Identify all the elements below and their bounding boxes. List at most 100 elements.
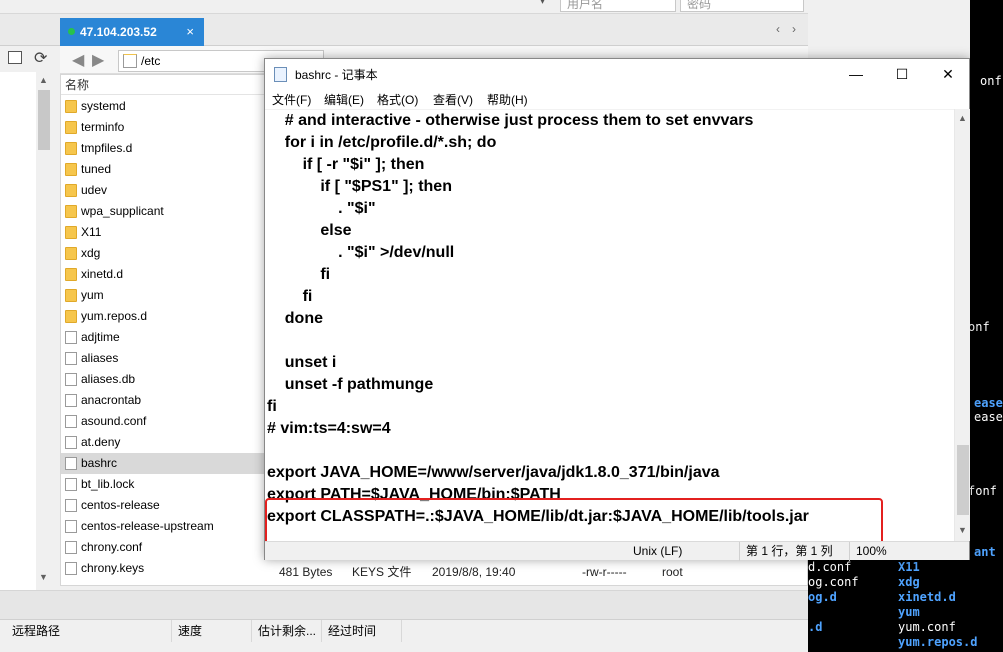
file-list-item[interactable]: aliases	[61, 348, 267, 369]
code-line[interactable]: if [ "$PS1" ]; then	[267, 176, 452, 198]
menu-edit[interactable]: 编辑(E)	[324, 91, 364, 108]
item-name: tmpfiles.d	[81, 141, 133, 155]
close-icon[interactable]: ✕	[925, 59, 971, 89]
file-list-item[interactable]: centos-release-upstream	[61, 516, 267, 537]
col-remote-path[interactable]: 远程路径	[6, 620, 172, 642]
menu-file[interactable]: 文件(F)	[272, 91, 311, 108]
notepad-titlebar[interactable]: bashrc - 记事本 — ☐ ✕	[265, 59, 969, 89]
code-line[interactable]: . "$i" >/dev/null	[267, 242, 454, 264]
folder-list-item[interactable]: terminfo	[61, 117, 267, 138]
item-name: chrony.conf	[81, 540, 143, 554]
folder-list-item[interactable]: wpa_supplicant	[61, 201, 267, 222]
code-line[interactable]: if [ -r "$i" ]; then	[267, 154, 425, 176]
file-list-item[interactable]: at.deny	[61, 432, 267, 453]
notepad-window[interactable]: bashrc - 记事本 — ☐ ✕ 文件(F) 编辑(E) 格式(O) 查看(…	[264, 58, 970, 561]
terminal-line: og.d	[808, 590, 837, 604]
folder-list-item[interactable]: xinetd.d	[61, 264, 267, 285]
code-line[interactable]: # and interactive - otherwise just proce…	[267, 110, 754, 132]
folder-list-item[interactable]: xdg	[61, 243, 267, 264]
code-line[interactable]: # vim:ts=4:sw=4	[267, 418, 391, 440]
code-line[interactable]: fi	[267, 264, 330, 286]
file-list-item[interactable]: asound.conf	[61, 411, 267, 432]
col-speed[interactable]: 速度	[172, 620, 252, 642]
folder-icon	[65, 142, 77, 155]
terminal-line: ease-u	[974, 410, 1003, 424]
code-line[interactable]: else	[267, 220, 351, 242]
code-line[interactable]: unset i	[267, 352, 337, 374]
menu-help[interactable]: 帮助(H)	[487, 91, 528, 108]
folder-list-item[interactable]: X11	[61, 222, 267, 243]
dropdown-icon[interactable]: ▾	[540, 0, 545, 7]
folder-list-item[interactable]: tmpfiles.d	[61, 138, 267, 159]
code-line[interactable]: for i in /etc/profile.d/*.sh; do	[267, 132, 497, 154]
terminal-line: fonf	[968, 484, 997, 498]
code-line[interactable]: . "$i"	[267, 198, 375, 220]
scroll-up-icon[interactable]: ▲	[958, 113, 967, 123]
item-name: adjtime	[81, 330, 120, 344]
scroll-thumb[interactable]	[38, 90, 50, 150]
file-list-item[interactable]: chrony.keys	[61, 558, 267, 579]
password-field[interactable]: 密码	[680, 0, 804, 12]
username-field[interactable]: 用户名	[560, 0, 676, 12]
file-size: 481 Bytes	[279, 565, 333, 579]
col-elapsed[interactable]: 经过时间	[322, 620, 402, 642]
item-name: xdg	[81, 246, 101, 260]
file-modified: 2019/8/8, 19:40	[432, 565, 516, 579]
col-eta[interactable]: 估计剩余...	[252, 620, 322, 642]
session-tab[interactable]: 47.104.203.52 ×	[60, 18, 204, 46]
scroll-thumb[interactable]	[957, 445, 969, 515]
item-name: X11	[81, 225, 102, 239]
item-name: centos-release	[81, 498, 160, 512]
file-list-item[interactable]: adjtime	[61, 327, 267, 348]
item-name: xinetd.d	[81, 267, 124, 281]
item-name: aliases.db	[81, 372, 136, 386]
maximize-icon[interactable]: ☐	[879, 59, 925, 89]
folder-list-item[interactable]: udev	[61, 180, 267, 201]
file-list-item[interactable]: aliases.db	[61, 369, 267, 390]
close-tab-icon[interactable]: ×	[186, 18, 194, 46]
forward-icon[interactable]: ▶	[92, 50, 104, 70]
folder-icon	[65, 121, 77, 134]
minimize-icon[interactable]: —	[833, 59, 879, 89]
tab-scroll-left-icon[interactable]: ‹	[776, 22, 780, 36]
folder-list-item[interactable]: yum	[61, 285, 267, 306]
code-line[interactable]: unset -f pathmunge	[267, 374, 433, 396]
drive-icon[interactable]	[8, 51, 22, 64]
terminal-line: .d	[808, 620, 823, 634]
tab-scroll-right-icon[interactable]: ›	[792, 22, 796, 36]
file-icon	[65, 436, 77, 449]
transfer-header: 远程路径 速度 估计剩余... 经过时间	[0, 619, 808, 642]
scroll-up-icon[interactable]: ▲	[39, 75, 48, 85]
code-line[interactable]: fi	[267, 286, 313, 308]
scroll-down-icon[interactable]: ▼	[958, 525, 967, 535]
folder-list-item[interactable]: tuned	[61, 159, 267, 180]
file-list-item[interactable]: bashrc	[61, 453, 267, 474]
highlight-annotation-box	[265, 498, 883, 541]
item-name: asound.conf	[81, 414, 147, 428]
folder-list-item[interactable]: systemd	[61, 96, 267, 117]
local-panel-scrollbar[interactable]: ▲ ▼	[36, 72, 52, 590]
menu-format[interactable]: 格式(O)	[377, 91, 418, 108]
column-name-header[interactable]: 名称	[65, 78, 89, 92]
folder-icon	[65, 100, 77, 113]
file-list-item[interactable]: chrony.conf	[61, 537, 267, 558]
back-icon[interactable]: ◀	[72, 50, 84, 70]
file-list-item[interactable]: anacrontab	[61, 390, 267, 411]
folder-icon	[65, 310, 77, 323]
status-position: 第 1 行，第 1 列	[739, 542, 849, 561]
editor-vertical-scrollbar[interactable]: ▲ ▼	[954, 109, 970, 541]
folder-icon	[65, 163, 77, 176]
scroll-down-icon[interactable]: ▼	[39, 572, 48, 582]
file-list-item[interactable]: bt_lib.lock	[61, 474, 267, 495]
terminal-line: yum.conf	[898, 620, 956, 634]
menu-view[interactable]: 查看(V)	[433, 91, 473, 108]
transfer-area	[0, 590, 808, 619]
notepad-editor[interactable]: # and interactive - otherwise just proce…	[265, 109, 954, 541]
code-line[interactable]: fi	[267, 396, 277, 418]
folder-list-item[interactable]: yum.repos.d	[61, 306, 267, 327]
code-line[interactable]: done	[267, 308, 323, 330]
refresh-icon[interactable]: ⟳	[34, 48, 47, 68]
code-line[interactable]: export JAVA_HOME=/www/server/java/jdk1.8…	[267, 462, 720, 484]
file-list-item[interactable]: centos-release	[61, 495, 267, 516]
file-permissions: -rw-r-----	[582, 565, 627, 579]
